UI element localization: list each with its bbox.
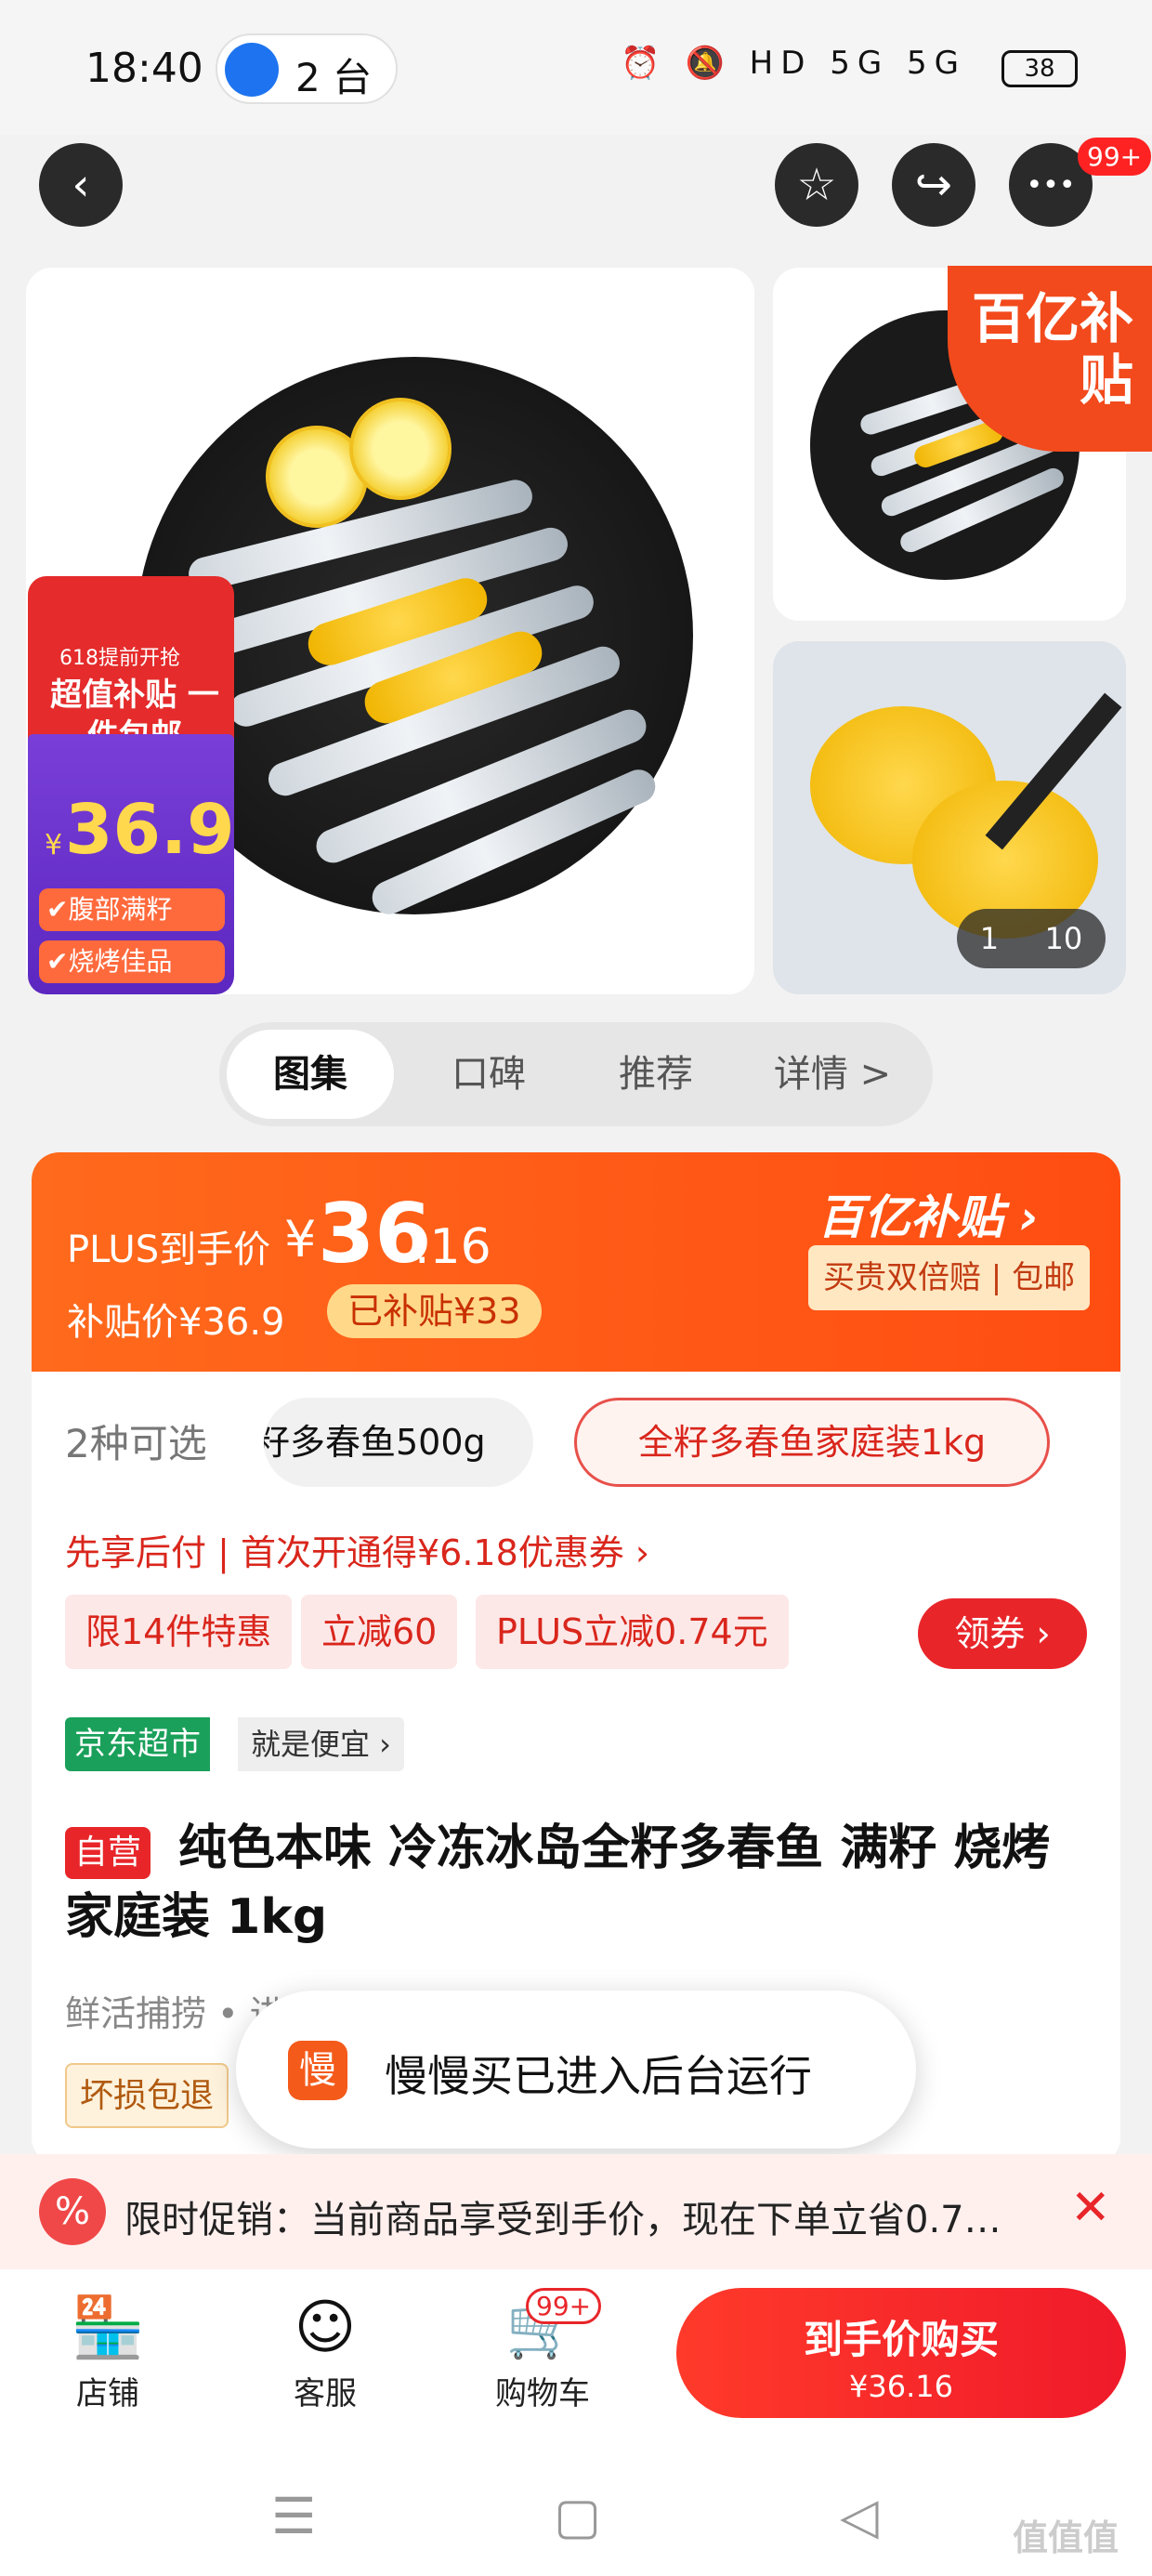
deal-tag: PLUS立减0.74元 [476, 1595, 789, 1669]
discount-icon: % [39, 2178, 106, 2245]
hotspot-label: 2 台 [295, 55, 373, 100]
option-500g[interactable]: 籽多春鱼500g [264, 1398, 533, 1487]
gallery-tabs: 图集 口碑 推荐 详情 > [219, 1022, 933, 1126]
promo-price-yen: ¥ [45, 829, 63, 861]
option-1kg[interactable]: 全籽多春鱼家庭装1kg [574, 1398, 1050, 1487]
yiyi-subsidy-link[interactable]: 百亿补贴 › [818, 1180, 1039, 1247]
favorite-button[interactable]: ☆ [775, 143, 858, 227]
back-icon: ‹ [72, 159, 90, 211]
buy-now-label: 到手价购买 [803, 2317, 999, 2362]
promo-tag: 618提前开抢 超值补贴 一件包邮 ¥ 36.9 ✔腹部满籽 ✔烧烤佳品 [28, 576, 235, 994]
store-label: 店铺 [76, 2375, 139, 2412]
product-title: 纯色本味 冷冻冰岛全籽多春鱼 满籽 烧烤 家庭装 1kg [65, 1820, 1051, 1945]
star-icon: ☆ [796, 159, 837, 211]
tab-reviews[interactable]: 口碑 [405, 1022, 572, 1126]
tab-gallery[interactable]: 图集 [227, 1030, 394, 1119]
watermark: 值值值 [1013, 2517, 1119, 2558]
option-500g-label: 籽多春鱼500g [264, 1422, 486, 1463]
promo-bar-text: 限时促销：当前商品享受到手价，现在下单立省0.7… [124, 2199, 1001, 2241]
pay-later-link[interactable]: 先享后付 | 首次开通得¥6.18优惠券 › [65, 1524, 649, 1575]
subsidy-chip: 已补贴¥33 [327, 1284, 542, 1338]
store-icon: 🏪 [71, 2293, 145, 2362]
close-icon[interactable]: ✕ [1070, 2180, 1111, 2236]
more-icon: ••• [1026, 168, 1076, 202]
lemon-slice [349, 398, 452, 500]
chat-icon: ☺ [294, 2293, 357, 2362]
promo-chip: ✔烧烤佳品 [39, 940, 225, 983]
menu-icon[interactable]: ☰ [271, 2487, 316, 2545]
damage-refund-chip: 坏损包退 [65, 2063, 229, 2128]
counter-current: 1 [979, 921, 1000, 956]
image-counter: 1 10 [957, 909, 1106, 968]
buy-now-button[interactable]: 到手价购买 ¥36.16 [676, 2288, 1126, 2418]
self-operated-tag: 自营 [65, 1827, 151, 1879]
plus-price-yen: ¥ [284, 1210, 317, 1268]
deal-tag: 限14件特惠 [65, 1595, 293, 1669]
store-button[interactable]: 🏪 店铺 [33, 2288, 182, 2413]
service-button[interactable]: ☺ 客服 [251, 2288, 399, 2413]
promo-bar[interactable]: % 限时促销：当前商品享受到手价，现在下单立省0.7… ✕ [0, 2154, 1152, 2269]
options-label: 2种可选 [65, 1421, 207, 1466]
toast-text: 慢慢买已进入后台运行 [385, 2051, 812, 2101]
share-button[interactable]: ↪ [892, 143, 975, 227]
promo-tag-top: 618提前开抢 [59, 647, 180, 670]
get-coupon-button[interactable]: 领券 › [918, 1598, 1087, 1669]
more-badge: 99+ [1078, 138, 1152, 176]
counter-total: 10 [1044, 921, 1083, 956]
home-icon[interactable]: ▢ [554, 2487, 601, 2545]
status-time: 18:40 [85, 45, 203, 92]
service-label: 客服 [294, 2375, 357, 2412]
cart-label: 购物车 [495, 2375, 590, 2412]
status-icons: ⏰ 🔕 HD 5G 5G [621, 45, 966, 82]
background-toast: 慢 慢慢买已进入后台运行 [236, 1991, 916, 2149]
tab-details[interactable]: 详情 > [740, 1022, 925, 1126]
promo-price: 36.9 [65, 790, 235, 870]
subsidy-price: 补贴价¥36.9 [67, 1301, 285, 1344]
cart-badge: 99+ [526, 2288, 602, 2324]
back-button[interactable]: ‹ [39, 143, 123, 227]
buy-now-price: ¥36.16 [849, 2369, 953, 2404]
tab-recommend[interactable]: 推荐 [572, 1022, 740, 1126]
jd-supermarket-sub[interactable]: 就是便宜 › [238, 1717, 404, 1771]
plus-price-label: PLUS到手价 [67, 1229, 271, 1271]
plus-price-dec: .16 [414, 1219, 491, 1275]
yiyi-guarantee: 买贵双倍赔 | 包邮 [808, 1245, 1091, 1310]
hotspot-icon [225, 43, 279, 97]
jd-supermarket-label[interactable]: 京东超市 [65, 1717, 210, 1771]
deal-tag: 立减60 [301, 1595, 458, 1669]
promo-chip: ✔腹部满籽 [39, 888, 225, 931]
battery-icon: 38 [1001, 50, 1078, 87]
back-nav-icon[interactable]: ◁ [840, 2487, 879, 2545]
manmanmai-icon: 慢 [288, 2041, 347, 2100]
share-icon: ↪ [914, 159, 953, 211]
